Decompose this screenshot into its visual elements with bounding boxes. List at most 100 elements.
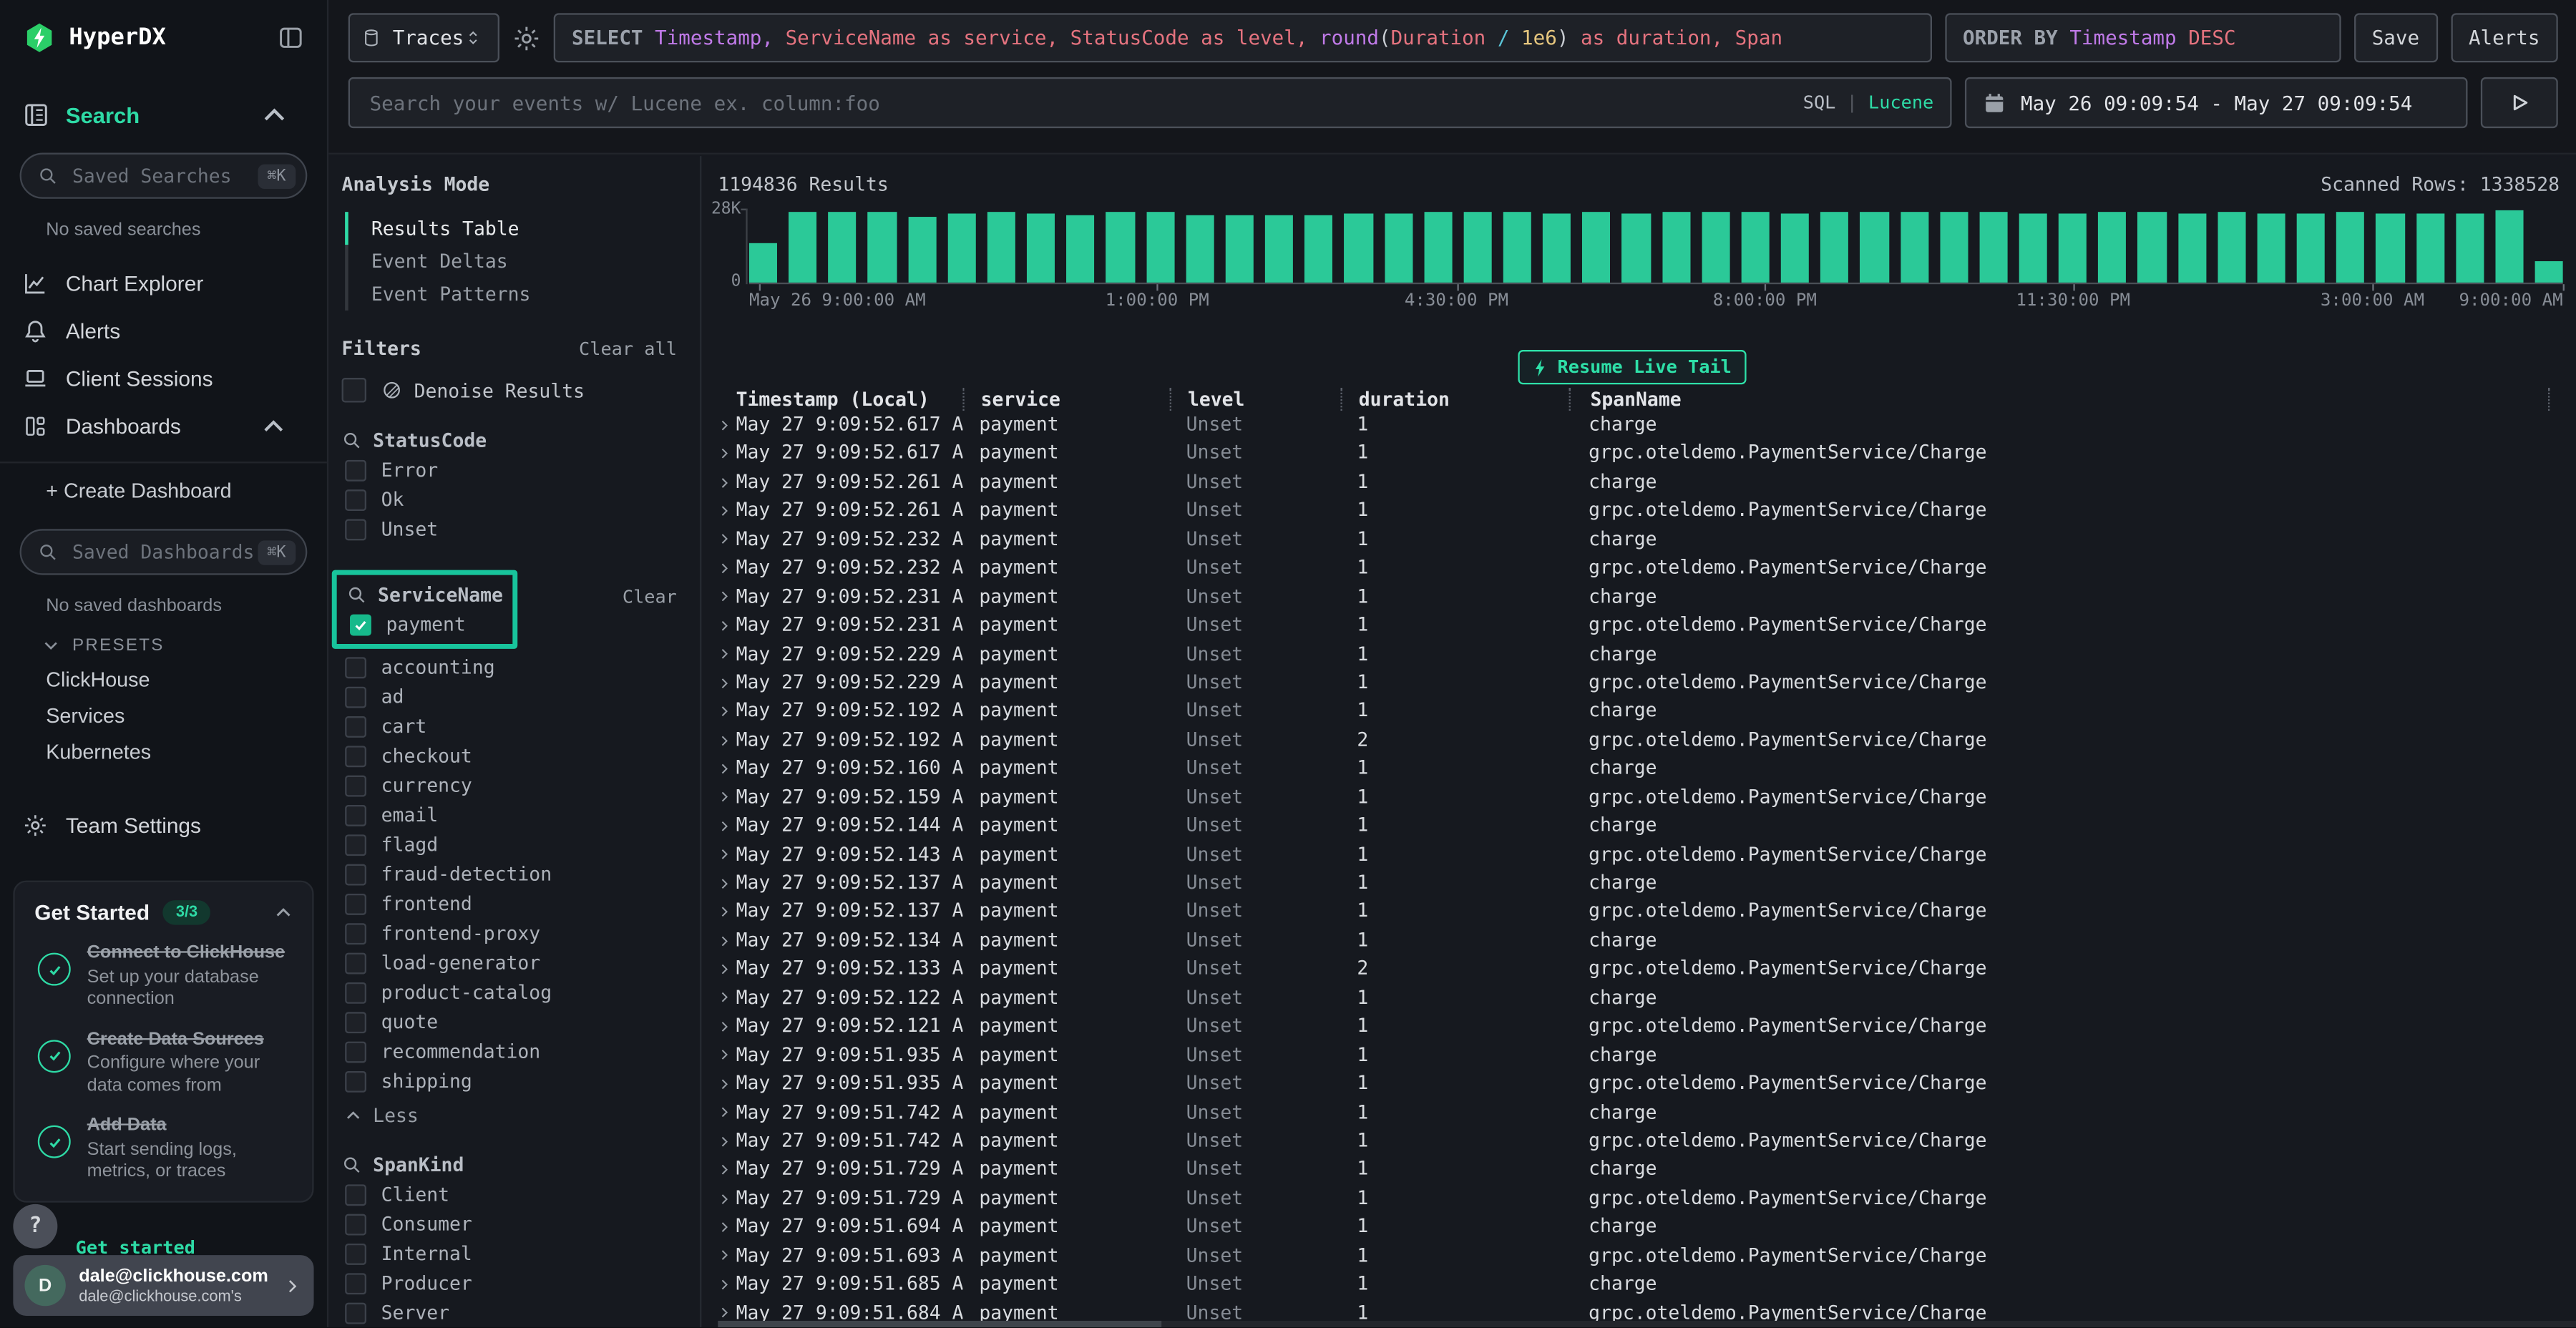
- sql-mode-option[interactable]: SQL: [1803, 92, 1836, 114]
- histogram-bar[interactable]: [1940, 213, 1968, 283]
- histogram-bar[interactable]: [2099, 212, 2127, 283]
- row-expand-chevron-icon[interactable]: [718, 668, 736, 697]
- checkbox[interactable]: [345, 1183, 366, 1205]
- table-row[interactable]: May 27 9:09:52.143 AM payment Unset 1 gr…: [718, 841, 2576, 869]
- collapse-panel-icon[interactable]: [278, 24, 304, 51]
- row-expand-chevron-icon[interactable]: [718, 1012, 736, 1041]
- checkbox[interactable]: [345, 518, 366, 540]
- row-expand-chevron-icon[interactable]: [718, 754, 736, 783]
- sidebar-item-chart-explorer[interactable]: Chart Explorer: [0, 260, 327, 308]
- histogram-bar[interactable]: [1304, 215, 1332, 282]
- checkbox[interactable]: [345, 1040, 366, 1062]
- saved-searches-input[interactable]: ⌘K: [20, 153, 308, 199]
- table-row[interactable]: May 27 9:09:51.685 AM payment Unset 1 ch…: [718, 1270, 2576, 1299]
- histogram-bar[interactable]: [1027, 214, 1055, 283]
- filter-option-flagd[interactable]: flagd: [342, 829, 677, 859]
- date-range-picker[interactable]: May 26 09:09:54 - May 27 09:09:54: [1965, 77, 2468, 128]
- checkbox[interactable]: [345, 1011, 366, 1032]
- sidebar-item-client-sessions[interactable]: Client Sessions: [0, 355, 327, 403]
- histogram-bar[interactable]: [2218, 213, 2245, 283]
- row-expand-chevron-icon[interactable]: [718, 783, 736, 811]
- filter-option-email[interactable]: email: [342, 800, 677, 829]
- table-row[interactable]: May 27 9:09:52.229 AM payment Unset 1 ch…: [718, 640, 2576, 668]
- histogram-bar[interactable]: [829, 211, 857, 283]
- row-expand-chevron-icon[interactable]: [718, 1127, 736, 1156]
- checkbox[interactable]: [345, 745, 366, 766]
- presets-toggle[interactable]: PRESETS: [43, 636, 327, 656]
- analysis-mode-event-deltas[interactable]: Event Deltas: [348, 245, 700, 278]
- row-expand-chevron-icon[interactable]: [718, 726, 736, 754]
- row-expand-chevron-icon[interactable]: [718, 497, 736, 525]
- get-started-step[interactable]: Connect to ClickHouse Set up your databa…: [34, 943, 292, 1011]
- histogram-bar[interactable]: [2336, 213, 2364, 283]
- row-expand-chevron-icon[interactable]: [718, 411, 736, 439]
- table-row[interactable]: May 27 9:09:51.693 AM payment Unset 1 gr…: [718, 1241, 2576, 1270]
- histogram-bar[interactable]: [1146, 212, 1174, 283]
- filter-option-unset[interactable]: Unset: [342, 514, 677, 544]
- row-expand-chevron-icon[interactable]: [718, 468, 736, 497]
- histogram-bar[interactable]: [749, 243, 777, 283]
- histogram-bar[interactable]: [1424, 212, 1452, 283]
- row-expand-chevron-icon[interactable]: [718, 1184, 736, 1213]
- histogram-bar[interactable]: [987, 212, 1015, 283]
- histogram-bar[interactable]: [1067, 215, 1095, 283]
- column-header-timestamp[interactable]: Timestamp (Local): [736, 387, 963, 410]
- histogram-bar[interactable]: [1543, 213, 1571, 283]
- run-query-button[interactable]: [2481, 77, 2558, 128]
- checkbox[interactable]: [345, 686, 366, 708]
- checkbox[interactable]: [345, 922, 366, 944]
- table-row[interactable]: May 27 9:09:52.231 AM payment Unset 1 ch…: [718, 582, 2576, 611]
- user-menu[interactable]: D dale@clickhouse.com dale@clickhouse.co…: [13, 1255, 313, 1316]
- histogram-bar[interactable]: [1702, 213, 1729, 283]
- table-row[interactable]: May 27 9:09:51.729 AM payment Unset 1 gr…: [718, 1184, 2576, 1213]
- order-by-editor[interactable]: ORDER BY Timestamp DESC: [1945, 13, 2341, 62]
- search-input[interactable]: [366, 89, 1803, 116]
- table-row[interactable]: May 27 9:09:52.137 AM payment Unset 1 ch…: [718, 869, 2576, 898]
- filter-option-accounting[interactable]: accounting: [342, 652, 677, 681]
- histogram-bar[interactable]: [2019, 213, 2047, 283]
- filter-option-recommendation[interactable]: recommendation: [342, 1037, 677, 1066]
- row-expand-chevron-icon[interactable]: [718, 1098, 736, 1127]
- checkbox[interactable]: [345, 864, 366, 885]
- row-expand-chevron-icon[interactable]: [718, 811, 736, 840]
- filter-option-checkout[interactable]: checkout: [342, 741, 677, 770]
- row-expand-chevron-icon[interactable]: [718, 841, 736, 869]
- row-expand-chevron-icon[interactable]: [718, 1156, 736, 1184]
- column-header-service[interactable]: service: [962, 387, 1169, 410]
- histogram-bar[interactable]: [2257, 213, 2285, 283]
- histogram-bar[interactable]: [1225, 215, 1253, 282]
- filter-option-error[interactable]: Error: [342, 455, 677, 484]
- save-button[interactable]: Save: [2353, 13, 2437, 62]
- table-row[interactable]: May 27 9:09:52.160 AM payment Unset 1 ch…: [718, 754, 2576, 783]
- alerts-button[interactable]: Alerts: [2451, 13, 2558, 62]
- table-row[interactable]: May 27 9:09:52.159 AM payment Unset 1 gr…: [718, 783, 2576, 811]
- preset-clickhouse[interactable]: ClickHouse: [46, 668, 327, 691]
- show-less-button[interactable]: Less: [342, 1104, 677, 1127]
- filter-option-frontend[interactable]: frontend: [342, 889, 677, 918]
- table-row[interactable]: May 27 9:09:52.617 AM payment Unset 1 gr…: [718, 439, 2576, 468]
- row-expand-chevron-icon[interactable]: [718, 582, 736, 611]
- filter-option-ok[interactable]: Ok: [342, 484, 677, 514]
- histogram-bar[interactable]: [789, 211, 816, 283]
- checkbox[interactable]: [345, 893, 366, 914]
- histogram-bar[interactable]: [1662, 212, 1690, 283]
- checkbox[interactable]: [345, 1302, 366, 1324]
- table-row[interactable]: May 27 9:09:52.232 AM payment Unset 1 ch…: [718, 525, 2576, 554]
- filter-group-header-statuscode[interactable]: StatusCode: [342, 426, 677, 455]
- table-row[interactable]: May 27 9:09:51.935 AM payment Unset 1 gr…: [718, 1070, 2576, 1098]
- analysis-mode-event-patterns[interactable]: Event Patterns: [348, 278, 700, 311]
- lucene-mode-option[interactable]: Lucene: [1868, 92, 1933, 114]
- row-expand-chevron-icon[interactable]: [718, 1213, 736, 1241]
- row-expand-chevron-icon[interactable]: [718, 640, 736, 668]
- filter-option-quote[interactable]: quote: [342, 1007, 677, 1036]
- histogram-bar[interactable]: [1622, 213, 1650, 283]
- histogram-bar[interactable]: [1781, 213, 1809, 283]
- table-row[interactable]: May 27 9:09:52.134 AM payment Unset 1 ch…: [718, 927, 2576, 955]
- filter-option-load-generator[interactable]: load-generator: [342, 948, 677, 977]
- checkbox[interactable]: [345, 834, 366, 855]
- checkbox[interactable]: [345, 656, 366, 678]
- get-started-header[interactable]: Get Started 3/3: [34, 900, 292, 924]
- row-expand-chevron-icon[interactable]: [718, 439, 736, 468]
- column-header-duration[interactable]: duration: [1340, 387, 1568, 410]
- filter-option-frontend-proxy[interactable]: frontend-proxy: [342, 918, 677, 947]
